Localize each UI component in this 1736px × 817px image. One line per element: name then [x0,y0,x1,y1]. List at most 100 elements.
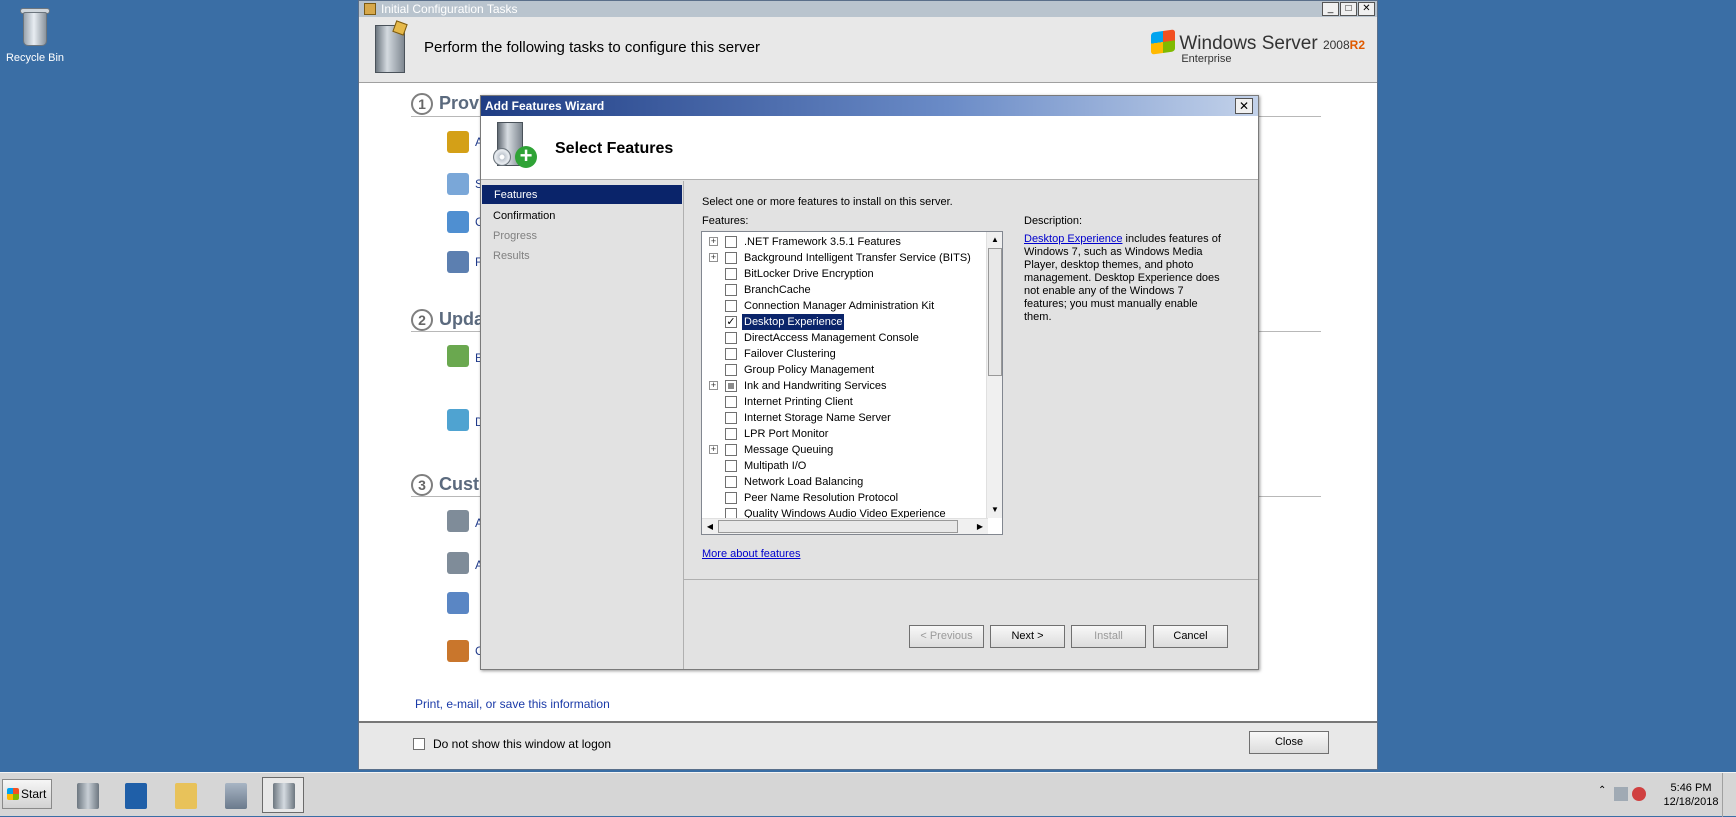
scroll-right-arrow-icon[interactable]: ▶ [972,519,988,534]
feature-row[interactable]: + .NET Framework 3.5.1 Features [702,234,992,250]
taskbar-explorer[interactable] [164,777,206,813]
close-window-button[interactable]: ✕ [1358,2,1375,16]
feature-row[interactable]: + Message Queuing [702,442,992,458]
nav-item-progress: Progress [493,230,538,242]
taskbar-app[interactable] [214,777,256,813]
feature-checkbox[interactable] [725,380,737,392]
feature-row[interactable]: Network Load Balancing [702,474,992,490]
nav-item-features[interactable]: Features [482,185,682,204]
feature-label: .NET Framework 3.5.1 Features [744,236,901,248]
feature-row[interactable]: Internet Printing Client [702,394,992,410]
do-not-show-option[interactable]: Do not show this window at logon [413,737,611,751]
features-tree[interactable]: + .NET Framework 3.5.1 Features + Backgroun… [701,231,1003,535]
nav-item-confirmation[interactable]: Confirmation [481,206,683,226]
feature-checkbox[interactable] [725,364,737,376]
icw-titlebar: Initial Configuration Tasks _ □ ✕ [359,1,1377,17]
feature-checkbox[interactable] [725,412,737,424]
taskbar-initial-config[interactable] [262,777,304,813]
wizard-header: + Select Features [481,116,1258,180]
minimize-button[interactable]: _ [1322,2,1339,16]
feature-checkbox[interactable] [725,348,737,360]
scroll-up-arrow-icon[interactable]: ▲ [987,232,1002,248]
users-icon [447,345,469,367]
expand-icon[interactable]: + [709,445,718,454]
feature-row[interactable]: Peer Name Resolution Protocol [702,490,992,506]
remote-desktop-icon [447,592,469,614]
wizard-page-title: Select Features [555,140,674,157]
close-button[interactable]: Close [1249,731,1329,754]
install-button[interactable]: Install [1071,625,1146,648]
feature-label: Desktop Experience [740,313,846,331]
feature-label: Multipath I/O [744,460,807,472]
feature-row[interactable]: BitLocker Drive Encryption [702,266,992,282]
description-text: Desktop Experience includes features of … [1024,233,1226,324]
feature-label: Ink and Handwriting Services [744,380,887,392]
feature-row[interactable]: ✓ Desktop Experience [702,313,992,331]
brand-release: R2 [1349,38,1365,52]
expand-icon[interactable]: + [709,237,718,246]
feature-row[interactable]: DirectAccess Management Console [702,330,992,346]
feature-label: LPR Port Monitor [744,428,829,440]
feature-checkbox[interactable]: ✓ [725,316,737,328]
feature-label: Group Policy Management [744,364,875,376]
feature-checkbox[interactable] [725,332,737,344]
description-link[interactable]: Desktop Experience [1024,233,1122,245]
show-hidden-icons-icon[interactable]: ⌃ [1598,785,1606,796]
feature-row[interactable]: LPR Port Monitor [702,426,992,442]
network-icon [447,211,469,233]
volume-muted-icon[interactable] [1632,787,1646,801]
feature-checkbox[interactable] [725,284,737,296]
icw-header: Perform the following tasks to configure… [359,17,1377,83]
taskbar-powershell[interactable] [114,777,156,813]
scroll-down-arrow-icon[interactable]: ▼ [987,502,1002,518]
h-scroll-thumb[interactable] [718,520,958,533]
feature-checkbox[interactable] [725,476,737,488]
feature-row[interactable]: Failover Clustering [702,346,992,362]
feature-checkbox[interactable] [725,252,737,264]
taskbar-server-manager[interactable] [66,777,108,813]
maximize-button[interactable]: □ [1340,2,1357,16]
folder-icon [175,783,197,809]
feature-row[interactable]: BranchCache [702,282,992,298]
feature-checkbox[interactable] [725,300,737,312]
clock[interactable]: 5:46 PM 12/18/2018 [1656,781,1726,809]
do-not-show-checkbox[interactable] [413,738,425,750]
more-about-features-link[interactable]: More about features [702,548,800,560]
icw-headline: Perform the following tasks to configure… [424,39,760,56]
feature-label: Failover Clustering [744,348,836,360]
scroll-left-arrow-icon[interactable]: ◀ [702,519,718,534]
feature-row[interactable]: + Ink and Handwriting Services [702,378,992,394]
scroll-thumb[interactable] [988,248,1002,376]
start-button[interactable]: Start [2,779,52,809]
wizard-nav: Features Confirmation Progress Results [481,181,684,669]
feature-row[interactable]: Group Policy Management [702,362,992,378]
previous-button[interactable]: < Previous [909,625,984,648]
system-tray: ⌃ 5:46 PM 12/18/2018 [1586,773,1736,817]
powershell-icon [125,783,147,809]
feature-checkbox[interactable] [725,492,737,504]
feature-checkbox[interactable] [725,396,737,408]
description-label: Description: [1024,215,1083,227]
print-email-save-link[interactable]: Print, e-mail, or save this information [415,697,610,711]
feature-checkbox[interactable] [725,268,737,280]
feature-row[interactable]: Multipath I/O [702,458,992,474]
show-desktop-button[interactable] [1722,773,1736,817]
feature-checkbox[interactable] [725,444,737,456]
horizontal-scrollbar[interactable]: ◀ ▶ [702,518,988,534]
recycle-bin-desktop-icon[interactable]: Recycle Bin [4,2,66,64]
feature-row[interactable]: Internet Storage Name Server [702,410,992,426]
feature-row[interactable]: Connection Manager Administration Kit [702,298,992,314]
feature-row[interactable]: + Background Intelligent Transfer Service… [702,250,992,266]
button-separator [684,579,1258,580]
computer-icon [447,251,469,273]
wizard-close-icon[interactable]: ✕ [1235,98,1253,114]
feature-checkbox[interactable] [725,236,737,248]
next-button[interactable]: Next > [990,625,1065,648]
feature-checkbox[interactable] [725,428,737,440]
expand-icon[interactable]: + [709,381,718,390]
feature-checkbox[interactable] [725,460,737,472]
cancel-button[interactable]: Cancel [1153,625,1228,648]
network-tray-icon[interactable] [1614,787,1628,801]
vertical-scrollbar[interactable]: ▲ ▼ [986,232,1002,518]
expand-icon[interactable]: + [709,253,718,262]
